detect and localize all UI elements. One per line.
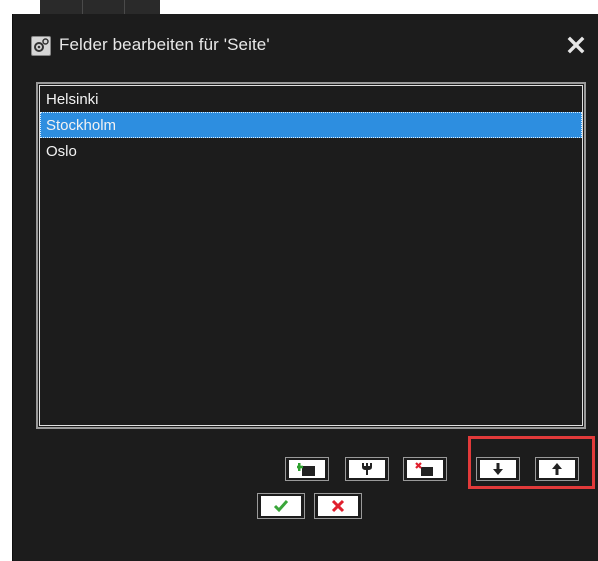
listbox-inner: Helsinki Stockholm Oslo (39, 85, 583, 426)
checkmark-icon (261, 496, 301, 516)
arrow-down-icon (480, 460, 516, 478)
wrench-icon (349, 460, 385, 478)
cancel-x-icon (318, 496, 358, 516)
close-icon (567, 36, 585, 54)
dialog-title: Felder bearbeiten für 'Seite' (59, 35, 270, 54)
list-item-helsinki[interactable]: Helsinki (40, 86, 582, 112)
settings-gear-icon (31, 36, 51, 56)
list-item-stockholm[interactable]: Stockholm (40, 112, 582, 138)
arrow-up-icon (539, 460, 575, 478)
close-button[interactable] (566, 35, 586, 55)
add-field-button[interactable] (285, 457, 329, 481)
background-app-strip (40, 0, 160, 14)
move-up-button[interactable] (535, 457, 579, 481)
edit-field-button[interactable] (345, 457, 389, 481)
fields-listbox[interactable]: Helsinki Stockholm Oslo (36, 82, 586, 429)
background-divider (124, 0, 125, 14)
cancel-button[interactable] (314, 493, 362, 519)
background-divider (82, 0, 83, 14)
dialog-titlebar: Felder bearbeiten für 'Seite' (13, 14, 598, 76)
move-down-button[interactable] (476, 457, 520, 481)
delete-field-button[interactable] (403, 457, 447, 481)
delete-field-icon (407, 460, 443, 478)
list-item-oslo[interactable]: Oslo (40, 138, 582, 164)
add-field-icon (289, 460, 325, 478)
edit-fields-dialog: Felder bearbeiten für 'Seite' Helsinki S… (12, 14, 598, 561)
ok-button[interactable] (257, 493, 305, 519)
